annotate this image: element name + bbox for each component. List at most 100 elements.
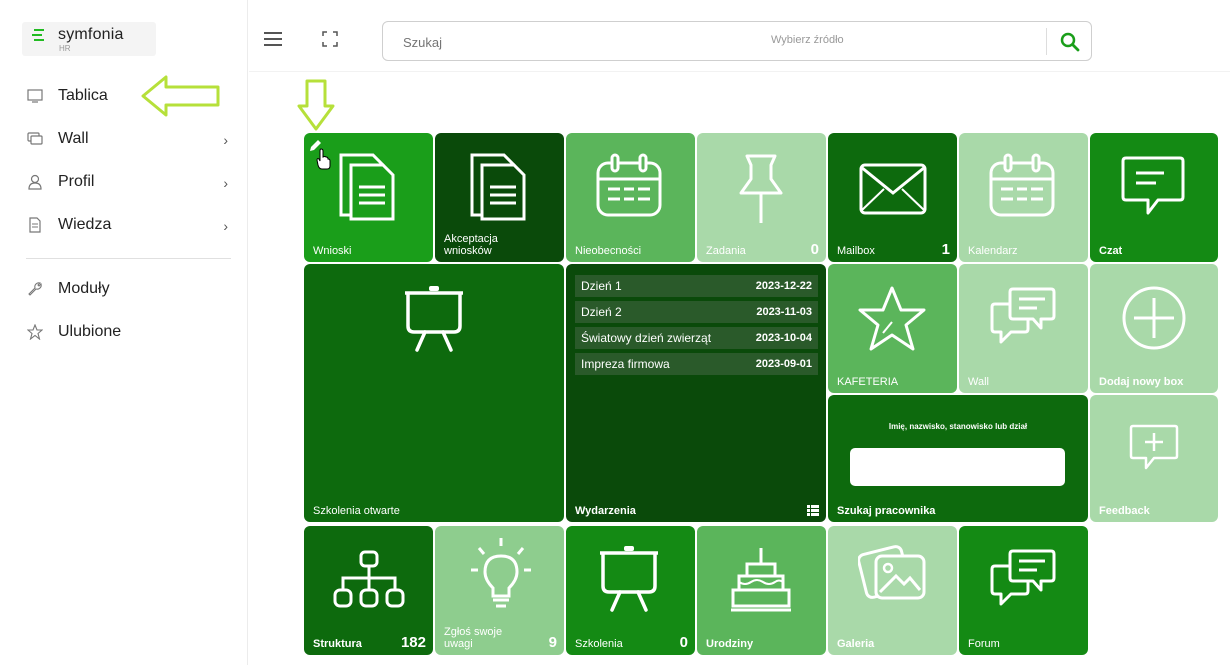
event-date: 2023-11-03 [756,306,812,318]
tile-label: Szukaj pracownika [837,505,936,517]
tile-szkolenia[interactable]: Szkolenia 0 [566,526,695,655]
sidebar-item-wiedza[interactable]: Wiedza › [26,211,236,239]
event-name: Dzień 1 [581,279,622,293]
event-name: Światowy dzień zwierząt [581,331,712,345]
down-arrow-annotation-icon [297,79,335,131]
event-name: Impreza firmowa [581,357,670,371]
tile-label: Zadania [706,245,746,257]
tile-czat[interactable]: Czat [1090,133,1218,262]
employee-search-hint: Imię, nazwisko, stanowisko lub dział [888,422,1028,431]
tile-nieobecnosci[interactable]: Nieobecności [566,133,695,262]
sidebar-divider [26,258,231,259]
sidebar-item-wall[interactable]: Wall › [26,125,236,153]
menu-icon[interactable] [264,32,282,46]
events-list: Dzień 1 2023-12-22 Dzień 2 2023-11-03 Świa… [575,275,818,379]
event-date: 2023-10-04 [755,332,812,344]
tile-count: 0 [679,634,688,651]
tile-label: Nieobecności [575,245,642,257]
tile-count: 182 [400,634,426,651]
tile-szkolenia-otwarte[interactable]: Szkolenia otwarte [304,264,564,522]
fullscreen-icon[interactable] [321,30,339,48]
tile-zglos-swoje-uwagi[interactable]: Zgłoś swoje uwagi 9 [435,526,564,655]
left-arrow-annotation-icon [141,75,220,117]
sidebar-item-label: Wall [58,130,89,147]
sidebar-item-profil[interactable]: Profil › [26,168,236,196]
tile-label: Zgłoś swoje uwagi [444,626,503,650]
tile-akceptacja-wnioskow[interactable]: Akceptacja wniosków [435,133,564,262]
org-chart-icon [333,550,405,608]
search-icon[interactable] [1059,31,1081,53]
chevron-right-icon: › [223,218,228,234]
employee-search-input[interactable] [850,448,1065,486]
presentation-board-icon [600,546,658,612]
tile-dodaj-nowy-box[interactable]: Dodaj nowy box [1090,264,1218,393]
tile-wall[interactable]: Wall [959,264,1088,393]
tile-label: KAFETERIA [837,376,899,388]
tile-galeria[interactable]: Galeria [828,526,957,655]
symfonia-logo-icon [32,29,44,41]
document-icon [26,216,44,234]
tile-label: Szkolenia [575,638,623,650]
wrench-icon [26,280,44,298]
tile-label: Mailbox [837,245,875,257]
tile-kalendarz[interactable]: Kalendarz [959,133,1088,262]
calendar-icon [989,153,1055,217]
search-input[interactable] [403,32,743,52]
list-icon[interactable] [807,505,819,516]
event-date: 2023-12-22 [755,280,812,292]
tile-label: Wall [968,376,989,388]
add-circle-icon [1122,286,1186,350]
sidebar-item-ulubione[interactable]: Ulubione [26,318,236,346]
event-date: 2023-09-01 [755,358,812,370]
tile-feedback[interactable]: Feedback [1090,395,1218,522]
sidebar-item-moduly[interactable]: Moduły [26,275,236,303]
tile-label: Dodaj nowy box [1099,376,1184,388]
tile-kafeteria[interactable]: KAFETERIA [828,264,957,393]
tile-label: Galeria [837,638,875,650]
tile-count: 1 [941,241,950,258]
tile-label: Forum [968,638,1000,650]
tile-label: Wnioski [313,245,352,257]
pushpin-icon [739,154,783,223]
tile-label: Akceptacja wniosków [444,233,498,257]
tile-struktura[interactable]: Struktura 182 [304,526,433,655]
tile-wnioski[interactable]: Wnioski [304,133,433,262]
event-row[interactable]: Światowy dzień zwierząt 2023-10-04 [575,327,818,349]
tile-urodziny[interactable]: Urodziny [697,526,826,655]
tile-label: Kalendarz [968,245,1018,257]
event-row[interactable]: Dzień 1 2023-12-22 [575,275,818,297]
gallery-icon [858,545,926,600]
tile-label: Urodziny [706,638,754,650]
tile-label: Wydarzenia [575,505,636,517]
tile-szukaj-pracownika: Imię, nazwisko, stanowisko lub dział Szu… [828,395,1088,522]
tile-count: 9 [548,634,557,651]
logo[interactable]: symfonia HR [22,22,156,56]
calendar-icon [596,153,662,217]
envelope-icon [859,163,927,215]
event-row[interactable]: Dzień 2 2023-11-03 [575,301,818,323]
tile-mailbox[interactable]: Mailbox 1 [828,133,957,262]
tile-count: 0 [810,241,819,258]
chat-bubbles-icon [990,287,1056,344]
presentation-board-icon [405,286,463,352]
logo-brand: symfonia [58,26,124,43]
event-name: Dzień 2 [581,305,622,319]
tile-label: Feedback [1099,505,1150,517]
star-icon [858,286,926,351]
sidebar-item-label: Ulubione [58,323,122,340]
logo-sub: HR [59,44,71,53]
documents-icon [470,153,526,221]
tile-label: Struktura [313,638,362,650]
tile-wydarzenia[interactable]: Dzień 1 2023-12-22 Dzień 2 2023-11-03 Świa… [566,264,826,522]
documents-icon [339,153,395,221]
source-select[interactable]: Wybierz źródło [771,34,844,46]
search-bar: Wybierz źródło [382,21,1092,61]
tile-forum[interactable]: Forum [959,526,1088,655]
event-row[interactable]: Impreza firmowa 2023-09-01 [575,353,818,375]
topbar: Wybierz źródło [249,0,1230,72]
search-separator [1046,28,1047,55]
tile-zadania[interactable]: Zadania 0 [697,133,826,262]
lightbulb-icon [471,538,531,608]
chevron-right-icon: › [223,175,228,191]
star-icon [26,323,44,341]
